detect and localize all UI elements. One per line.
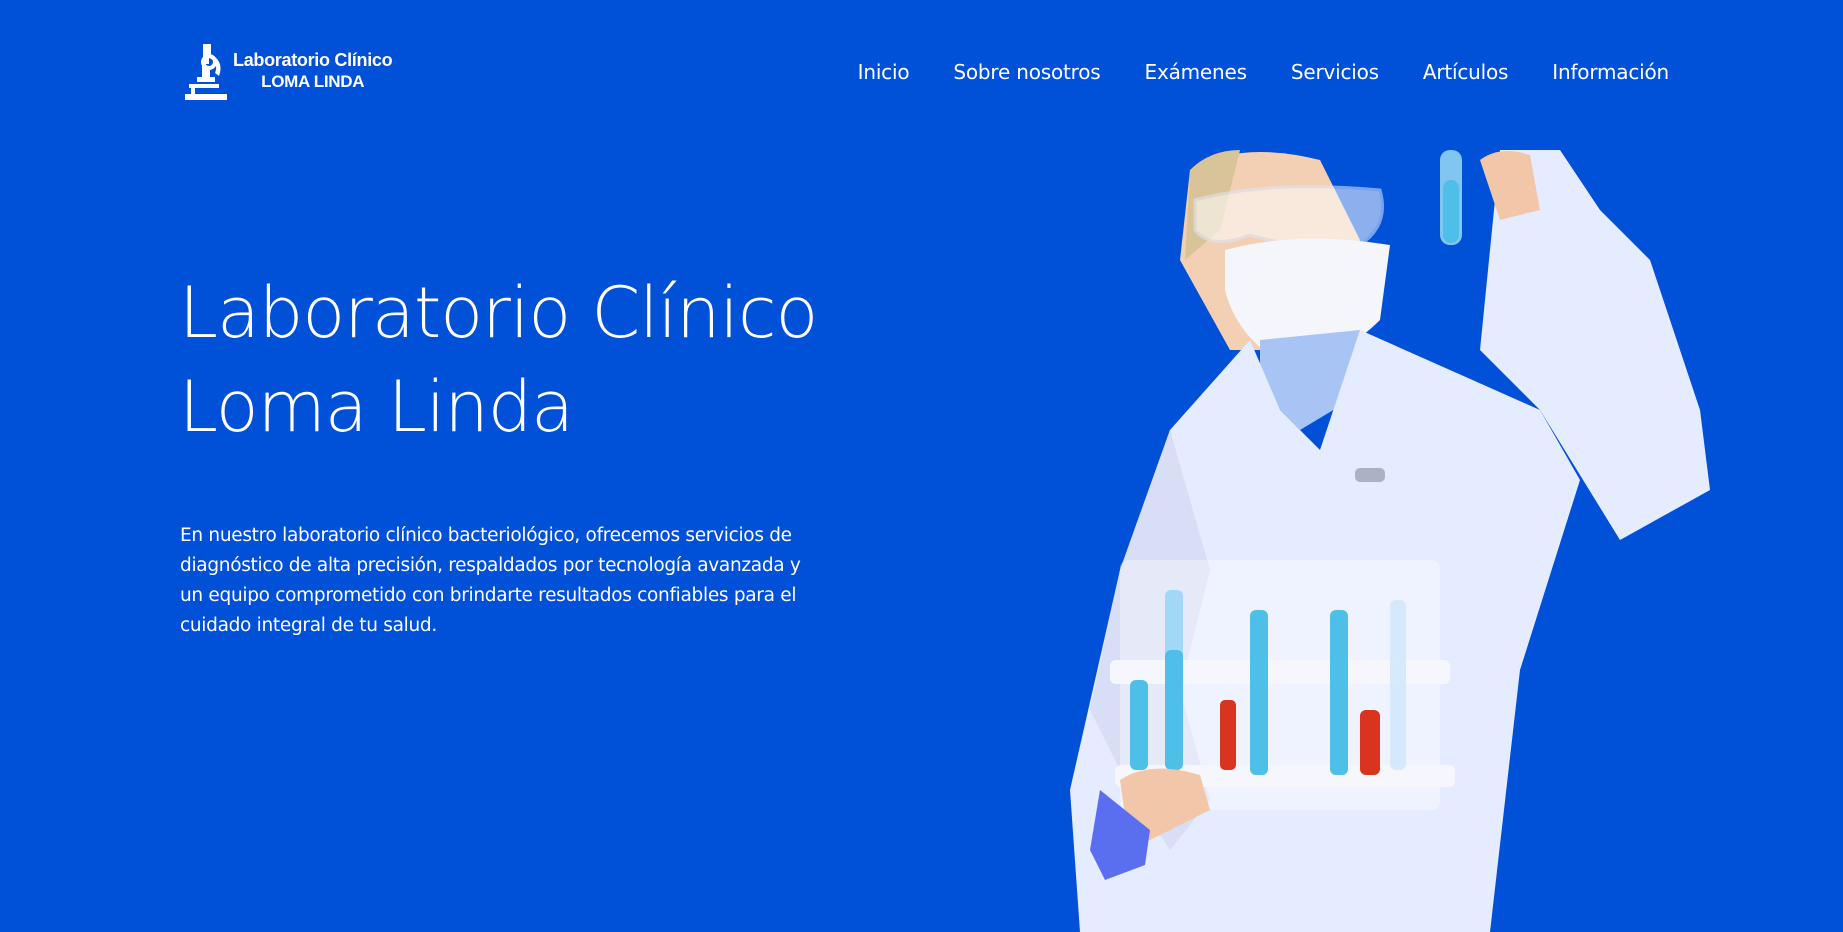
hero-title-line-2: Loma Linda	[179, 366, 574, 448]
main-nav: Inicio Sobre nosotros Exámenes Servicios…	[858, 60, 1670, 84]
lab-technician-image	[1070, 150, 1710, 932]
site-header: Laboratorio Clínico LOMA LINDA Inicio So…	[0, 0, 1843, 140]
microscope-icon	[185, 44, 227, 100]
hero-title: Laboratorio Clínico Loma Linda	[179, 266, 999, 454]
nav-item-servicios[interactable]: Servicios	[1291, 60, 1379, 84]
nav-item-informacion[interactable]: Información	[1552, 60, 1669, 84]
hero-title-line-1: Laboratorio Clínico	[179, 272, 818, 354]
nav-item-inicio[interactable]: Inicio	[858, 60, 910, 84]
nav-item-articulos[interactable]: Artículos	[1423, 60, 1509, 84]
nav-item-examenes[interactable]: Exámenes	[1145, 60, 1248, 84]
nav-item-sobre-nosotros[interactable]: Sobre nosotros	[953, 60, 1100, 84]
hero-description: En nuestro laboratorio clínico bacteriol…	[180, 525, 801, 636]
logo-text: Laboratorio Clínico LOMA LINDA	[233, 49, 393, 93]
logo-line-2: LOMA LINDA	[261, 72, 365, 91]
site-logo[interactable]: Laboratorio Clínico LOMA LINDA	[183, 40, 403, 102]
logo-line-1: Laboratorio Clínico	[233, 50, 393, 70]
